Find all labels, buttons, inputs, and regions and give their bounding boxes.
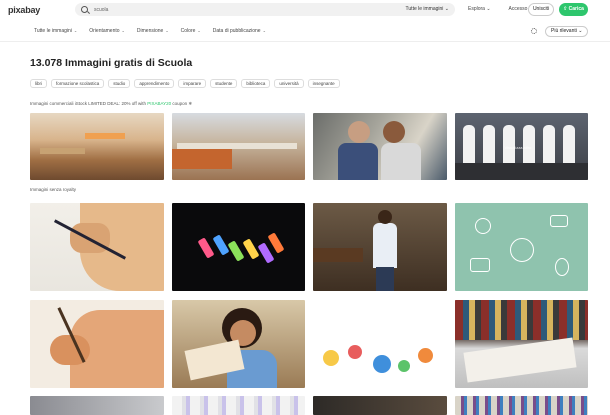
upload-button[interactable]: ⇧ Carica [559, 3, 588, 16]
page-title: 13.078 Immagini gratis di Scuola [30, 57, 193, 69]
filter-orientation[interactable]: Orientamento ⌄ [89, 28, 125, 34]
filter-label: Tutte le immagini [34, 28, 72, 34]
chevron-down-icon: ⌄ [262, 28, 266, 33]
image-thumbnail[interactable] [454, 203, 588, 291]
image-thumbnail[interactable] [30, 203, 164, 291]
tag-chip[interactable]: imparare [178, 79, 207, 88]
promo-text: Immagini commerciali iStock LIMITED DEAL… [30, 101, 146, 106]
chevron-down-icon: ⌄ [121, 28, 125, 33]
image-thumbnail[interactable] [454, 300, 588, 388]
chevron-down-icon: ⌄ [165, 28, 169, 33]
filter-bar: Tutte le immagini ⌄ Orientamento ⌄ Dimensi… [0, 20, 610, 42]
image-thumbnail[interactable] [313, 300, 447, 388]
gear-icon[interactable] [531, 28, 537, 34]
image-thumbnail[interactable] [313, 203, 447, 291]
tag-chip[interactable]: insegnante [307, 79, 340, 88]
section-caption: Immagini senza royalty [30, 187, 77, 192]
promo-code[interactable]: PIXABAY20 [147, 101, 171, 106]
filter-label: Dimensione [136, 28, 164, 34]
nav-links: Esplora ⌄ Accesso [468, 6, 527, 12]
sort-select[interactable]: Più rilevanti ⌄ [545, 26, 588, 37]
chevron-down-icon: ⌄ [197, 28, 201, 33]
tag-chip[interactable]: università [274, 79, 304, 88]
top-navbar: pixabay Tutte le immagini ⌄ Esplora ⌄ Ac… [0, 0, 610, 20]
pixabay-logo[interactable]: pixabay [8, 5, 68, 15]
filter-color[interactable]: Colore ⌄ [181, 28, 201, 34]
login-link[interactable]: Accesso [509, 6, 528, 12]
image-thumbnail[interactable] [30, 113, 164, 180]
filter-size[interactable]: Dimensione ⌄ [137, 28, 169, 34]
tag-chip[interactable]: libri [30, 79, 48, 88]
search-icon [81, 6, 88, 13]
image-thumbnail[interactable] [30, 396, 164, 415]
explore-link[interactable]: Esplora ⌄ [468, 6, 491, 12]
filter-label: Colore [180, 28, 196, 34]
image-row [30, 300, 588, 388]
tag-chip[interactable]: formazione scolastica [51, 79, 105, 88]
istock-promo: Immagini commerciali iStock LIMITED DEAL… [30, 101, 192, 107]
filter-label: Orientamento [89, 28, 120, 34]
promo-tail: coupon ❄ [172, 101, 193, 106]
join-button[interactable]: Unisciti [528, 3, 554, 16]
image-row [30, 203, 588, 291]
chevron-down-icon: ⌄ [73, 28, 78, 33]
filter-date[interactable]: Data di pubblicazione ⌄ [213, 28, 266, 34]
filter-all-images[interactable]: Tutte le immagini ⌄ [34, 28, 77, 34]
sponsored-row: Visualizza altro [30, 113, 588, 180]
image-thumbnail[interactable] [171, 396, 305, 415]
tag-chip[interactable]: studio [108, 79, 131, 88]
search-type-select[interactable]: Tutte le immagini ⌄ [406, 6, 449, 12]
image-thumbnail[interactable] [313, 396, 447, 415]
image-thumbnail[interactable] [171, 113, 305, 180]
tag-chip[interactable]: apprendimento [134, 79, 175, 88]
image-row [30, 396, 588, 415]
image-thumbnail[interactable] [313, 113, 447, 180]
image-thumbnail[interactable] [30, 300, 164, 388]
image-thumbnail[interactable] [171, 203, 305, 291]
tag-chip[interactable]: biblioteca [241, 79, 271, 88]
image-thumbnail[interactable] [454, 396, 588, 415]
tag-chip[interactable]: studente [210, 79, 238, 88]
see-more-link[interactable]: Visualizza altro [505, 145, 532, 150]
image-thumbnail[interactable] [171, 300, 305, 388]
search-input[interactable] [94, 6, 394, 13]
filter-list: Tutte le immagini ⌄ Orientamento ⌄ Dimensi… [34, 28, 266, 34]
search-bar[interactable]: Tutte le immagini ⌄ [75, 3, 455, 16]
image-thumbnail[interactable]: Visualizza altro [454, 113, 588, 180]
tag-list: libri formazione scolastica studio appre… [30, 79, 340, 88]
filter-label: Data di pubblicazione [212, 28, 261, 34]
